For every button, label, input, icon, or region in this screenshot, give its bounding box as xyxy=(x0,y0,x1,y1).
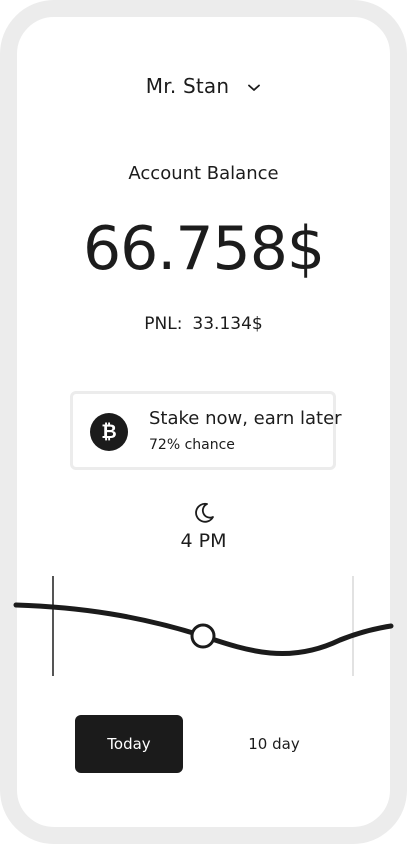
chart-point-handle[interactable] xyxy=(190,623,216,649)
pnl-value: 33.134$ xyxy=(192,314,263,334)
account-name: Mr. Stan xyxy=(145,74,230,98)
tab-today[interactable]: Today xyxy=(75,715,183,773)
tab-10-day[interactable]: 10 day xyxy=(223,715,325,773)
pnl-row: PNL: 33.134$ xyxy=(0,314,407,334)
bitcoin-icon: ₿ xyxy=(90,413,128,451)
moon-icon xyxy=(194,502,214,523)
pnl-label: PNL: xyxy=(144,314,183,334)
time-block: 4 PM xyxy=(0,500,407,552)
stake-card[interactable]: ₿ Stake now, earn later 72% chance xyxy=(70,391,342,470)
time-label: 4 PM xyxy=(180,530,227,552)
account-selector[interactable]: Mr. Stan xyxy=(0,74,407,98)
balance-value: 66.758$ xyxy=(82,214,325,284)
svg-text:₿: ₿ xyxy=(101,421,116,443)
balance-chart[interactable] xyxy=(0,570,407,680)
stake-title: Stake now, earn later xyxy=(149,408,342,429)
chevron-down-icon[interactable] xyxy=(247,81,261,95)
range-tabs: Today 10 day xyxy=(75,715,335,773)
stake-subtitle: 72% chance xyxy=(149,437,235,453)
balance-label: Account Balance xyxy=(128,163,279,184)
